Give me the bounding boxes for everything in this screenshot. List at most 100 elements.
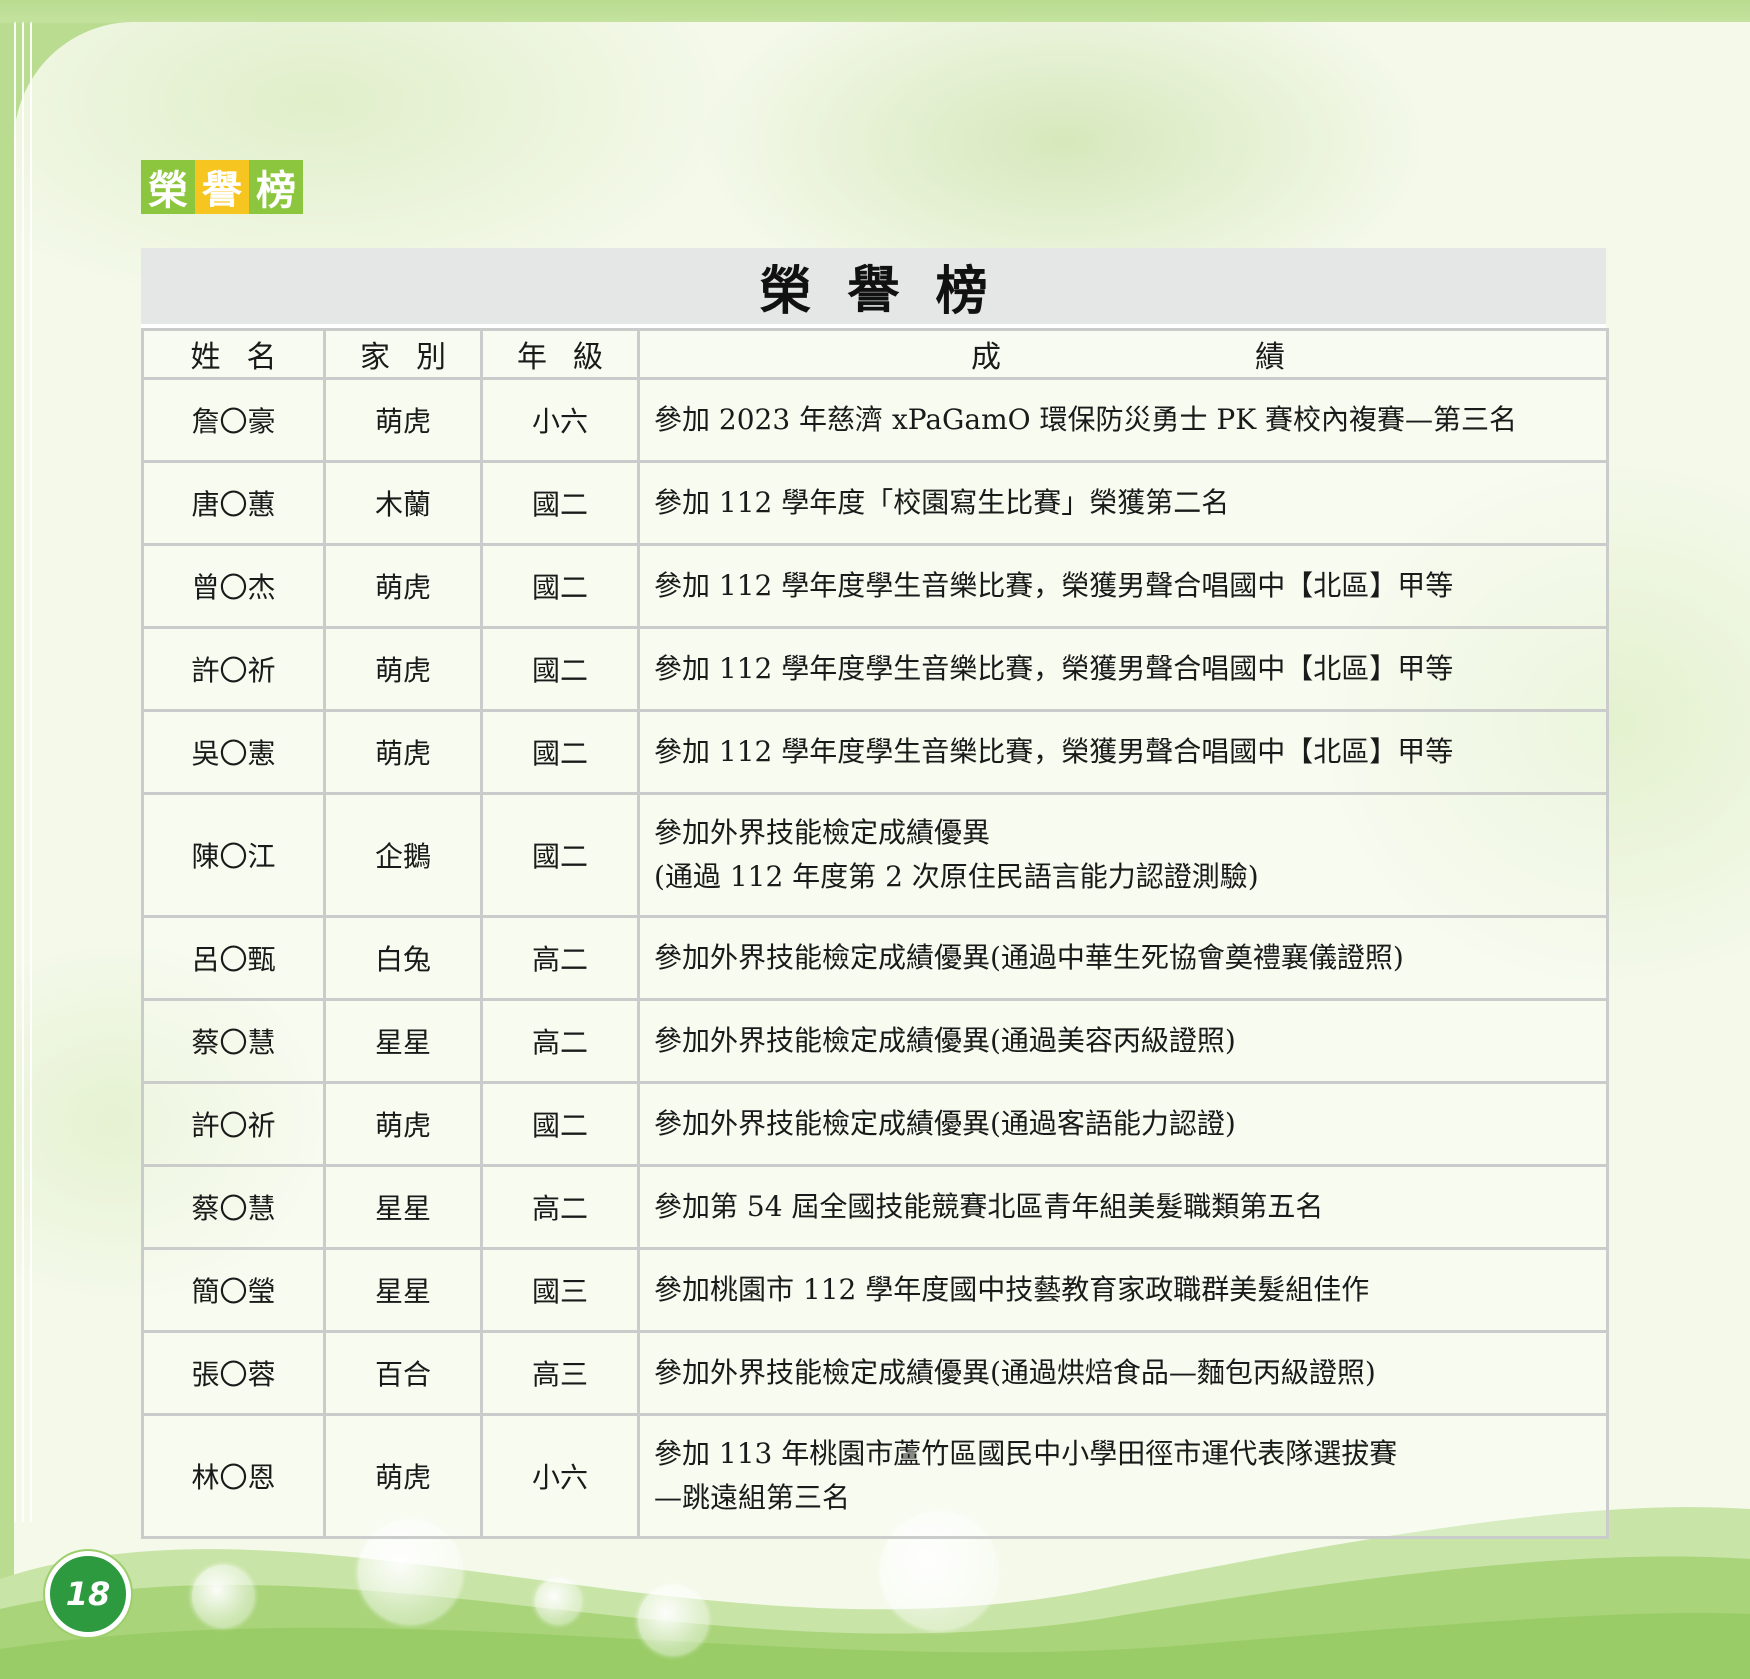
page-edge-line xyxy=(14,22,16,1522)
bubble-decoration xyxy=(638,1585,708,1655)
cell-name: 蔡〇慧 xyxy=(141,1164,326,1250)
header-name: 姓名 xyxy=(141,328,326,380)
cell-grade: 國二 xyxy=(480,709,640,795)
table-row: 林〇恩 萌虎 小六 參加 113 年桃園市蘆竹區國民中小學田徑市運代表隊選拔賽 —跳遠組… xyxy=(141,1413,1609,1539)
cell-grade: 小六 xyxy=(480,1413,640,1539)
header-house: 家別 xyxy=(323,328,483,380)
cell-result: 參加 112 學年度學生音樂比賽，榮獲男聲合唱國中【北區】甲等 xyxy=(637,626,1609,712)
cell-name: 林〇恩 xyxy=(141,1413,326,1539)
cell-name: 呂〇甄 xyxy=(141,915,326,1001)
cell-result: 參加桃園市 112 學年度國中技藝教育家政職群美髮組佳作 xyxy=(637,1247,1609,1333)
cell-name: 陳〇江 xyxy=(141,792,326,918)
table-row: 蔡〇慧 星星 高二 參加第 54 屆全國技能競賽北區青年組美髮職類第五名 xyxy=(141,1164,1609,1250)
cell-house: 星星 xyxy=(323,1247,483,1333)
cell-house: 企鵝 xyxy=(323,792,483,918)
honor-roll-table-container: 榮譽榜 姓名 家別 年級 成 績 詹〇豪 萌虎 小六 參加 2023 年慈濟 xPaG… xyxy=(141,248,1609,1539)
result-line: 參加 112 學年度學生音樂比賽，榮獲男聲合唱國中【北區】甲等 xyxy=(654,735,1454,768)
page-number: 18 xyxy=(45,1551,131,1637)
result-line: 參加外界技能檢定成績優異(通過中華生死協會奠禮襄儀證照) xyxy=(654,941,1404,974)
cell-result: 參加 113 年桃園市蘆竹區國民中小學田徑市運代表隊選拔賽 —跳遠組第三名 xyxy=(637,1413,1609,1539)
cell-grade: 國二 xyxy=(480,543,640,629)
table-row: 呂〇甄 白兔 高二 參加外界技能檢定成績優異(通過中華生死協會奠禮襄儀證照) xyxy=(141,915,1609,1001)
cell-name: 曾〇杰 xyxy=(141,543,326,629)
cell-house: 木蘭 xyxy=(323,460,483,546)
page-edge-line xyxy=(22,22,24,1522)
cell-house: 萌虎 xyxy=(323,709,483,795)
result-line: 參加外界技能檢定成績優異(通過客語能力認證) xyxy=(654,1107,1236,1140)
table-row: 許〇祈 萌虎 國二 參加 112 學年度學生音樂比賽，榮獲男聲合唱國中【北區】甲等 xyxy=(141,626,1609,712)
cell-house: 星星 xyxy=(323,998,483,1084)
cell-result: 參加外界技能檢定成績優異(通過中華生死協會奠禮襄儀證照) xyxy=(637,915,1609,1001)
result-line: 參加桃園市 112 學年度國中技藝教育家政職群美髮組佳作 xyxy=(654,1273,1370,1306)
table-row: 簡〇瑩 星星 國三 參加桃園市 112 學年度國中技藝教育家政職群美髮組佳作 xyxy=(141,1247,1609,1333)
table-title-bar: 榮譽榜 xyxy=(141,248,1606,328)
result-line: 參加外界技能檢定成績優異(通過烘焙食品—麵包丙級證照) xyxy=(654,1356,1376,1389)
cell-name: 蔡〇慧 xyxy=(141,998,326,1084)
table-title: 榮譽榜 xyxy=(759,261,1024,322)
cell-name: 許〇祈 xyxy=(141,1081,326,1167)
cell-name: 張〇蓉 xyxy=(141,1330,326,1416)
cell-grade: 國二 xyxy=(480,626,640,712)
cell-result: 參加 112 學年度學生音樂比賽，榮獲男聲合唱國中【北區】甲等 xyxy=(637,709,1609,795)
table-header-row: 姓名 家別 年級 成 績 xyxy=(141,328,1609,380)
bubble-decoration xyxy=(192,1565,254,1627)
cell-name: 詹〇豪 xyxy=(141,377,326,463)
cell-result: 參加外界技能檢定成績優異(通過美容丙級證照) xyxy=(637,998,1609,1084)
table-row: 陳〇江 企鵝 國二 參加外界技能檢定成績優異 (通過 112 年度第 2 次原住民語言能… xyxy=(141,792,1609,918)
cell-house: 萌虎 xyxy=(323,626,483,712)
bubble-decoration xyxy=(535,1578,581,1624)
cell-result: 參加 112 學年度學生音樂比賽，榮獲男聲合唱國中【北區】甲等 xyxy=(637,543,1609,629)
cell-house: 萌虎 xyxy=(323,1081,483,1167)
table-row: 詹〇豪 萌虎 小六 參加 2023 年慈濟 xPaGamO 環保防災勇士 PK 賽校內… xyxy=(141,377,1609,463)
result-line: 參加 112 學年度學生音樂比賽，榮獲男聲合唱國中【北區】甲等 xyxy=(654,652,1454,685)
result-line: 參加 112 學年度學生音樂比賽，榮獲男聲合唱國中【北區】甲等 xyxy=(654,569,1454,602)
cell-result: 參加外界技能檢定成績優異(通過烘焙食品—麵包丙級證照) xyxy=(637,1330,1609,1416)
header-result-right: 績 xyxy=(1255,340,1285,375)
cell-name: 簡〇瑩 xyxy=(141,1247,326,1333)
cell-name: 吳〇憲 xyxy=(141,709,326,795)
header-result: 成 績 xyxy=(637,328,1609,380)
result-line: 參加外界技能檢定成績優異(通過美容丙級證照) xyxy=(654,1024,1236,1057)
section-badge-char: 譽 xyxy=(195,160,249,214)
cell-result: 參加 2023 年慈濟 xPaGamO 環保防災勇士 PK 賽校內複賽—第三名 xyxy=(637,377,1609,463)
result-line: (通過 112 年度第 2 次原住民語言能力認證測驗) xyxy=(654,860,1259,893)
cell-grade: 高二 xyxy=(480,1164,640,1250)
cell-house: 百合 xyxy=(323,1330,483,1416)
table-row: 曾〇杰 萌虎 國二 參加 112 學年度學生音樂比賽，榮獲男聲合唱國中【北區】甲等 xyxy=(141,543,1609,629)
cell-grade: 高三 xyxy=(480,1330,640,1416)
table-row: 唐〇蕙 木蘭 國二 參加 112 學年度「校園寫生比賽」榮獲第二名 xyxy=(141,460,1609,546)
cell-result: 參加第 54 屆全國技能競賽北區青年組美髮職類第五名 xyxy=(637,1164,1609,1250)
cell-grade: 國二 xyxy=(480,792,640,918)
cell-grade: 國二 xyxy=(480,460,640,546)
honor-roll-table: 姓名 家別 年級 成 績 詹〇豪 萌虎 小六 參加 2023 年慈濟 xPaGamO … xyxy=(141,328,1609,1539)
cell-house: 萌虎 xyxy=(323,377,483,463)
cell-grade: 小六 xyxy=(480,377,640,463)
page-edge-line xyxy=(30,22,32,1522)
cell-result: 參加外界技能檢定成績優異(通過客語能力認證) xyxy=(637,1081,1609,1167)
cell-grade: 高二 xyxy=(480,998,640,1084)
cell-grade: 國二 xyxy=(480,1081,640,1167)
header-grade: 年級 xyxy=(480,328,640,380)
table-row: 張〇蓉 百合 高三 參加外界技能檢定成績優異(通過烘焙食品—麵包丙級證照) xyxy=(141,1330,1609,1416)
cell-name: 唐〇蕙 xyxy=(141,460,326,546)
section-badge-char: 榜 xyxy=(249,160,303,214)
cell-house: 星星 xyxy=(323,1164,483,1250)
section-badge-char: 榮 xyxy=(141,160,195,214)
cell-result: 參加外界技能檢定成績優異 (通過 112 年度第 2 次原住民語言能力認證測驗) xyxy=(637,792,1609,918)
cell-result: 參加 112 學年度「校園寫生比賽」榮獲第二名 xyxy=(637,460,1609,546)
table-row: 蔡〇慧 星星 高二 參加外界技能檢定成績優異(通過美容丙級證照) xyxy=(141,998,1609,1084)
cell-house: 萌虎 xyxy=(323,543,483,629)
result-line: 參加外界技能檢定成績優異 xyxy=(654,816,991,849)
header-result-left: 成 xyxy=(971,340,1001,375)
section-badge: 榮 譽 榜 xyxy=(141,160,303,214)
cell-house: 萌虎 xyxy=(323,1413,483,1539)
cell-grade: 高二 xyxy=(480,915,640,1001)
result-line: 參加 113 年桃園市蘆竹區國民中小學田徑市運代表隊選拔賽 xyxy=(654,1437,1398,1470)
cell-grade: 國三 xyxy=(480,1247,640,1333)
table-row: 許〇祈 萌虎 國二 參加外界技能檢定成績優異(通過客語能力認證) xyxy=(141,1081,1609,1167)
cell-house: 白兔 xyxy=(323,915,483,1001)
result-line: 參加第 54 屆全國技能競賽北區青年組美髮職類第五名 xyxy=(654,1190,1324,1223)
table-row: 吳〇憲 萌虎 國二 參加 112 學年度學生音樂比賽，榮獲男聲合唱國中【北區】甲等 xyxy=(141,709,1609,795)
result-line: 參加 2023 年慈濟 xPaGamO 環保防災勇士 PK 賽校內複賽—第三名 xyxy=(654,403,1518,436)
result-line: 參加 112 學年度「校園寫生比賽」榮獲第二名 xyxy=(654,486,1230,519)
